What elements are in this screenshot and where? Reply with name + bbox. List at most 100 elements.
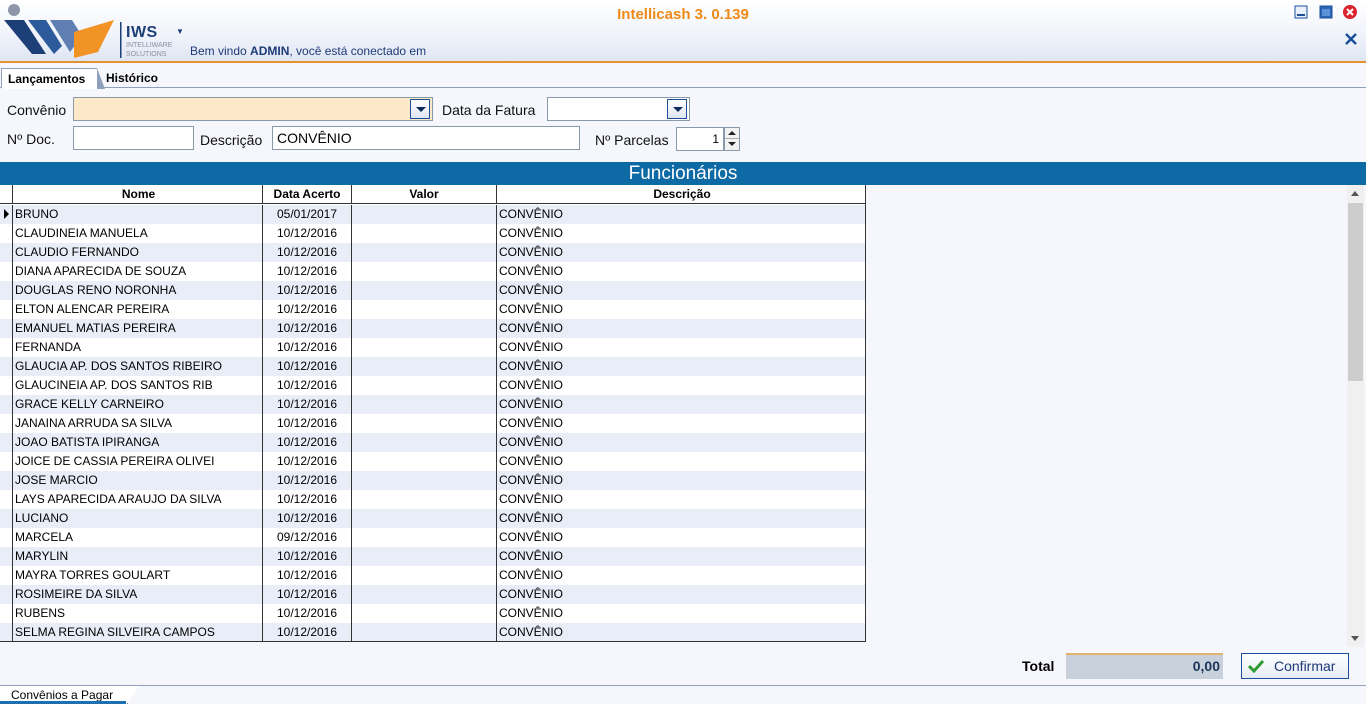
cell-descricao[interactable]: CONVÊNIO	[497, 452, 865, 471]
caret-down-icon[interactable]: ▼	[176, 27, 184, 36]
row-indicator-cell[interactable]	[0, 224, 13, 243]
row-indicator-cell[interactable]	[0, 585, 13, 604]
cell-data-acerto[interactable]: 10/12/2016	[263, 623, 352, 641]
data-fatura-dropdown-button[interactable]	[667, 99, 687, 119]
row-indicator-cell[interactable]	[0, 528, 13, 547]
cell-valor[interactable]	[352, 243, 497, 262]
cell-nome[interactable]: JOAO BATISTA IPIRANGA	[13, 433, 263, 452]
cell-valor[interactable]	[352, 300, 497, 319]
cell-descricao[interactable]: CONVÊNIO	[497, 414, 865, 433]
table-row[interactable]: RUBENS 10/12/2016 CONVÊNIO	[0, 604, 865, 623]
cell-valor[interactable]	[352, 224, 497, 243]
row-indicator-cell[interactable]	[0, 376, 13, 395]
cell-valor[interactable]	[352, 433, 497, 452]
row-indicator-cell[interactable]	[0, 205, 13, 224]
table-row[interactable]: GLAUCIA AP. DOS SANTOS RIBEIRO 10/12/2016…	[0, 357, 865, 376]
table-row[interactable]: MAYRA TORRES GOULART 10/12/2016 CONVÊNIO	[0, 566, 865, 585]
cell-nome[interactable]: SELMA REGINA SILVEIRA CAMPOS	[13, 623, 263, 641]
column-header-nome[interactable]: Nome	[13, 185, 263, 204]
cell-data-acerto[interactable]: 10/12/2016	[263, 414, 352, 433]
table-row[interactable]: GRACE KELLY CARNEIRO 10/12/2016 CONVÊNIO	[0, 395, 865, 414]
row-indicator-cell[interactable]	[0, 490, 13, 509]
cell-data-acerto[interactable]: 10/12/2016	[263, 547, 352, 566]
descricao-input[interactable]	[272, 126, 580, 150]
cell-valor[interactable]	[352, 471, 497, 490]
cell-nome[interactable]: MARYLIN	[13, 547, 263, 566]
table-row[interactable]: MARYLIN 10/12/2016 CONVÊNIO	[0, 547, 865, 566]
table-row[interactable]: JOAO BATISTA IPIRANGA 10/12/2016 CONVÊNIO	[0, 433, 865, 452]
cell-valor[interactable]	[352, 490, 497, 509]
cell-nome[interactable]: DIANA APARECIDA DE SOUZA	[13, 262, 263, 281]
table-row[interactable]: BRUNO 05/01/2017 CONVÊNIO	[0, 205, 865, 224]
ndoc-input[interactable]	[73, 126, 194, 150]
table-row[interactable]: FERNANDA 10/12/2016 CONVÊNIO	[0, 338, 865, 357]
confirm-button[interactable]: Confirmar	[1241, 653, 1349, 679]
cell-data-acerto[interactable]: 10/12/2016	[263, 376, 352, 395]
row-indicator-cell[interactable]	[0, 281, 13, 300]
cell-valor[interactable]	[352, 623, 497, 641]
column-header-valor[interactable]: Valor	[352, 185, 497, 204]
column-header-descricao[interactable]: Descrição	[497, 185, 865, 204]
row-indicator-cell[interactable]	[0, 414, 13, 433]
row-indicator-cell[interactable]	[0, 300, 13, 319]
table-row[interactable]: DOUGLAS RENO NORONHA 10/12/2016 CONVÊNIO	[0, 281, 865, 300]
cell-data-acerto[interactable]: 10/12/2016	[263, 433, 352, 452]
cell-valor[interactable]	[352, 566, 497, 585]
cell-data-acerto[interactable]: 10/12/2016	[263, 338, 352, 357]
cell-valor[interactable]	[352, 528, 497, 547]
cell-descricao[interactable]: CONVÊNIO	[497, 262, 865, 281]
table-row[interactable]: JOICE DE CASSIA PEREIRA OLIVEI 10/12/2016…	[0, 452, 865, 471]
cell-valor[interactable]	[352, 509, 497, 528]
cell-valor[interactable]	[352, 338, 497, 357]
cell-valor[interactable]	[352, 585, 497, 604]
cell-data-acerto[interactable]: 10/12/2016	[263, 395, 352, 414]
cell-descricao[interactable]: CONVÊNIO	[497, 281, 865, 300]
cell-nome[interactable]: MAYRA TORRES GOULART	[13, 566, 263, 585]
cell-data-acerto[interactable]: 10/12/2016	[263, 224, 352, 243]
row-indicator-cell[interactable]	[0, 566, 13, 585]
cell-descricao[interactable]: CONVÊNIO	[497, 205, 865, 224]
cell-descricao[interactable]: CONVÊNIO	[497, 338, 865, 357]
cell-nome[interactable]: ROSIMEIRE DA SILVA	[13, 585, 263, 604]
cell-data-acerto[interactable]: 10/12/2016	[263, 471, 352, 490]
cell-valor[interactable]	[352, 376, 497, 395]
cell-descricao[interactable]: CONVÊNIO	[497, 528, 865, 547]
cell-descricao[interactable]: CONVÊNIO	[497, 319, 865, 338]
cell-descricao[interactable]: CONVÊNIO	[497, 585, 865, 604]
convenio-dropdown-button[interactable]	[410, 99, 430, 119]
table-row[interactable]: DIANA APARECIDA DE SOUZA 10/12/2016 CONVÊN…	[0, 262, 865, 281]
maximize-icon[interactable]	[1318, 4, 1334, 20]
tab-historico[interactable]: Histórico	[100, 68, 176, 88]
cell-nome[interactable]: RUBENS	[13, 604, 263, 623]
convenio-select[interactable]	[73, 97, 433, 121]
cell-data-acerto[interactable]: 10/12/2016	[263, 243, 352, 262]
cell-descricao[interactable]: CONVÊNIO	[497, 604, 865, 623]
table-row[interactable]: LAYS APARECIDA ARAUJO DA SILVA 10/12/2016…	[0, 490, 865, 509]
row-indicator-cell[interactable]	[0, 262, 13, 281]
cell-valor[interactable]	[352, 547, 497, 566]
cell-descricao[interactable]: CONVÊNIO	[497, 376, 865, 395]
cell-nome[interactable]: ELTON ALENCAR PEREIRA	[13, 300, 263, 319]
cell-nome[interactable]: DOUGLAS RENO NORONHA	[13, 281, 263, 300]
cell-nome[interactable]: JOICE DE CASSIA PEREIRA OLIVEI	[13, 452, 263, 471]
scroll-up-icon[interactable]	[1347, 185, 1364, 202]
row-indicator-cell[interactable]	[0, 433, 13, 452]
table-row[interactable]: JANAINA ARRUDA SA SILVA 10/12/2016 CONVÊNI…	[0, 414, 865, 433]
cell-data-acerto[interactable]: 10/12/2016	[263, 509, 352, 528]
scroll-thumb[interactable]	[1348, 203, 1363, 381]
row-indicator-cell[interactable]	[0, 623, 13, 641]
row-indicator-cell[interactable]	[0, 338, 13, 357]
cell-data-acerto[interactable]: 10/12/2016	[263, 319, 352, 338]
cell-descricao[interactable]: CONVÊNIO	[497, 566, 865, 585]
cell-nome[interactable]: CLAUDINEIA MANUELA	[13, 224, 263, 243]
cell-descricao[interactable]: CONVÊNIO	[497, 300, 865, 319]
spin-down-icon[interactable]	[725, 139, 739, 150]
row-indicator-cell[interactable]	[0, 319, 13, 338]
row-indicator-cell[interactable]	[0, 471, 13, 490]
vertical-scrollbar[interactable]	[1347, 185, 1364, 647]
cell-nome[interactable]: BRUNO	[13, 205, 263, 224]
cell-valor[interactable]	[352, 319, 497, 338]
row-indicator-cell[interactable]	[0, 452, 13, 471]
row-indicator-cell[interactable]	[0, 243, 13, 262]
cell-data-acerto[interactable]: 10/12/2016	[263, 585, 352, 604]
